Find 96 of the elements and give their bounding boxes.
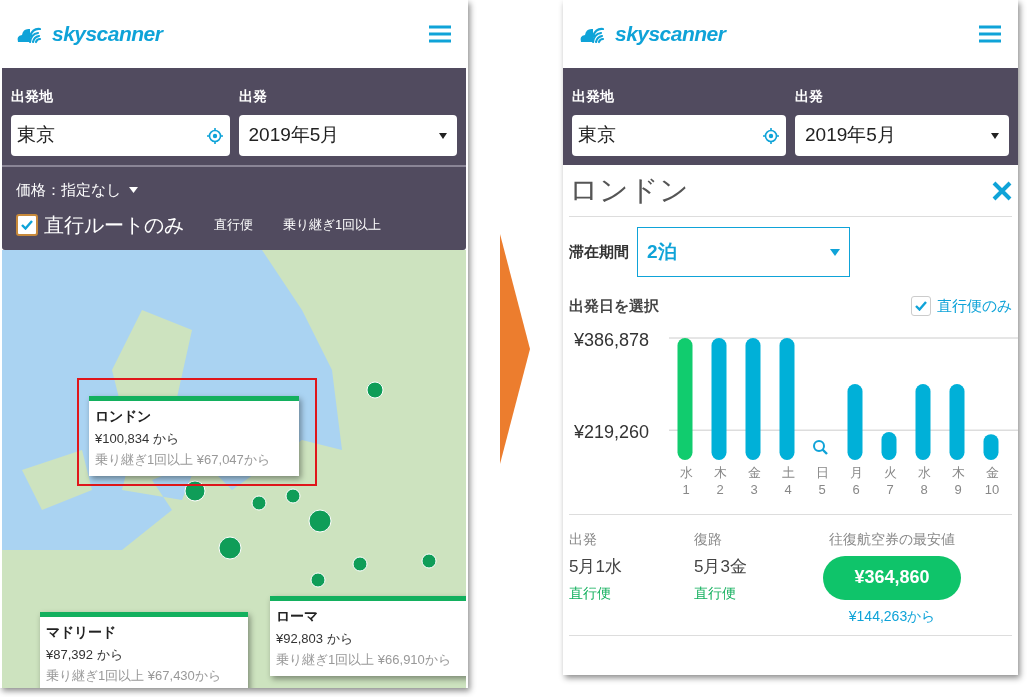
price-popup[interactable]: ロンドン ¥100,834 から 乗り継ぎ1回以上 ¥67,047から	[89, 395, 299, 476]
city-name: ロンドン	[95, 406, 152, 426]
check-icon	[915, 301, 927, 312]
x-tick-label: 日 5	[815, 463, 829, 498]
destination-title: ロンドン	[569, 172, 689, 208]
day-label[interactable]: 水 1	[669, 463, 703, 498]
price-bar[interactable]	[745, 337, 761, 460]
transfer-price: 乗り継ぎ1回以上 ¥67,430から	[46, 667, 222, 685]
map-marker[interactable]	[352, 555, 368, 572]
field-label: 出発	[238, 87, 268, 106]
flight-type: 直行便	[569, 584, 612, 603]
y-tick-label: ¥386,878	[574, 328, 650, 352]
day-label[interactable]: 木 2	[703, 463, 737, 498]
lowest-price-link[interactable]: ¥144,263から	[848, 605, 936, 627]
locate-icon[interactable]	[205, 126, 224, 145]
day-label[interactable]: 日 5	[805, 463, 839, 498]
legend-label: 乗り継ぎ1回以上	[283, 215, 382, 234]
x-tick-label: 月 6	[849, 463, 863, 498]
locate-icon[interactable]	[762, 126, 780, 145]
day-label[interactable]: 金 3	[737, 463, 771, 498]
check-icon	[21, 219, 33, 230]
field-label: 出発	[795, 87, 824, 106]
checkbox-label[interactable]: 直行ルートのみ	[44, 209, 184, 240]
x-tick-label: 木 9	[951, 463, 965, 498]
date-select[interactable]: 2019年5月	[238, 115, 457, 156]
price-bar[interactable]	[847, 383, 863, 460]
summary-label: 復路	[694, 529, 723, 549]
caret-icon	[129, 187, 138, 194]
flight-type: 直行便	[694, 584, 737, 603]
map-marker[interactable]	[285, 487, 301, 504]
logo-text: skyscanner	[615, 21, 726, 48]
map-marker[interactable]	[421, 552, 437, 569]
map-marker[interactable]	[251, 494, 267, 511]
legend-label: 直行便	[214, 215, 253, 234]
summary-label: 往復航空券の最安値	[829, 529, 955, 549]
direct-price: ¥100,834 から	[95, 429, 180, 448]
logo-text: skyscanner	[52, 21, 163, 48]
date-select[interactable]: 2019年5月	[795, 115, 1009, 156]
map-marker[interactable]	[310, 571, 326, 588]
price-bar[interactable]	[915, 383, 931, 460]
price-bar[interactable]	[677, 337, 693, 460]
price-bar[interactable]	[983, 433, 999, 460]
checkbox[interactable]	[16, 213, 38, 236]
day-label[interactable]: 木 9	[941, 463, 975, 498]
price-bar[interactable]	[711, 337, 727, 460]
price-popup[interactable]: ローマ ¥92,803 から 乗り継ぎ1回以上 ¥66,910から	[270, 595, 466, 676]
x-tick-label: 金 10	[984, 463, 1000, 498]
x-tick-label: 土 4	[781, 463, 795, 498]
checkbox[interactable]	[911, 296, 931, 317]
price-filter[interactable]: 価格：指定なし	[16, 179, 138, 202]
city-name: ローマ	[276, 606, 319, 626]
summary-label: 出発	[569, 529, 598, 549]
close-icon[interactable]	[992, 180, 1012, 201]
day-label[interactable]: 火 7	[873, 463, 907, 498]
field-label: 出発地	[11, 87, 54, 106]
checkbox-label[interactable]: 直行便のみ	[937, 295, 1012, 318]
summary-date: 5月3金	[694, 555, 748, 578]
direct-price: ¥87,392 から	[46, 645, 124, 664]
map-marker[interactable]	[218, 535, 242, 560]
y-tick-label: ¥219,260	[574, 420, 650, 444]
day-label[interactable]: 水 8	[907, 463, 941, 498]
stay-label: 滞在期間	[569, 241, 629, 262]
x-tick-label: 金 3	[747, 463, 761, 498]
price-bar[interactable]	[881, 431, 897, 460]
menu-icon[interactable]	[428, 25, 452, 43]
day-label[interactable]: 月 6	[839, 463, 873, 498]
map-marker[interactable]	[366, 380, 384, 399]
day-label[interactable]: 金 10	[975, 463, 1009, 498]
transfer-price: 乗り継ぎ1回以上 ¥66,910から	[276, 651, 452, 669]
caret-icon	[830, 248, 840, 256]
price-bar[interactable]	[949, 383, 965, 460]
x-tick-label: 火 7	[883, 463, 897, 498]
transfer-price: 乗り継ぎ1回以上 ¥67,047から	[95, 451, 271, 469]
caret-icon	[991, 132, 999, 139]
field-label: 出発地	[572, 87, 615, 106]
x-tick-label: 水 1	[679, 463, 693, 498]
x-tick-label: 水 8	[917, 463, 931, 498]
price-bar[interactable]	[779, 337, 795, 460]
direct-price: ¥92,803 から	[276, 629, 354, 648]
search-icon[interactable]	[813, 439, 828, 455]
menu-icon[interactable]	[978, 25, 1002, 43]
map-marker[interactable]	[308, 508, 332, 533]
origin-field[interactable]: 東京	[572, 115, 786, 156]
map-placeholder[interactable]: ロンドン ¥100,834 から 乗り継ぎ1回以上 ¥67,047から ローマ ¥92,803 から 乗り継ぎ1回以上 ¥66,910から マドリード ¥87,392 から 乗り継ぎ1回以上 ¥67,430から	[2, 249, 466, 688]
city-name: マドリード	[46, 622, 117, 642]
day-label[interactable]: 土 4	[771, 463, 805, 498]
origin-field[interactable]: 東京	[11, 115, 230, 156]
section-title: 出発日を選択	[569, 296, 659, 316]
caret-icon	[439, 132, 447, 139]
price-popup[interactable]: マドリード ¥87,392 から 乗り継ぎ1回以上 ¥67,430から	[40, 611, 248, 688]
summary-date: 5月1水	[569, 555, 623, 578]
x-tick-label: 木 2	[713, 463, 727, 498]
price-button[interactable]: ¥364,860	[823, 555, 961, 600]
stay-select[interactable]: 2泊	[637, 227, 850, 277]
map-marker[interactable]	[184, 479, 206, 502]
arrow-icon	[500, 233, 530, 464]
